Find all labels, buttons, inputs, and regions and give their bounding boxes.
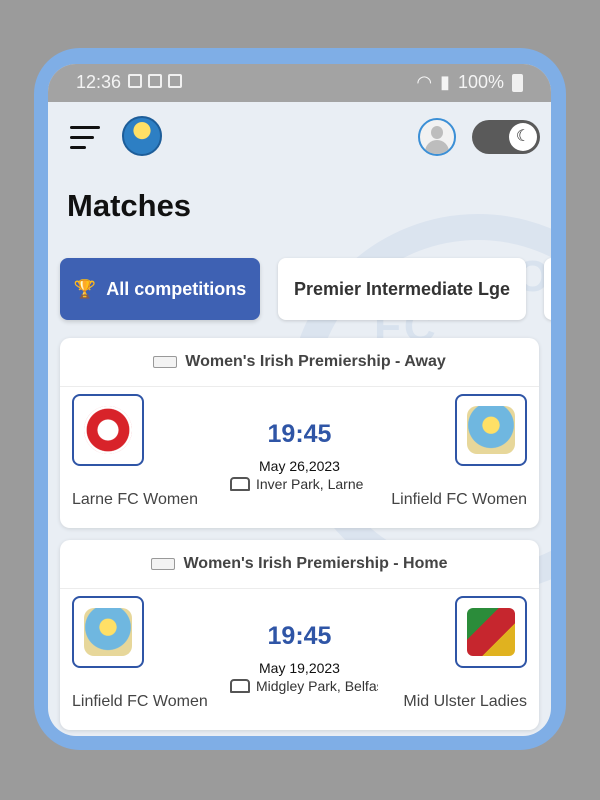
away-team-name: Mid Ulster Ladies xyxy=(403,693,527,710)
match-venue: Midgley Park, Belfast xyxy=(230,678,378,694)
signal-icon: ▮ xyxy=(440,72,450,92)
match-venue: Inver Park, Larne xyxy=(230,476,378,492)
competition-icon xyxy=(151,558,176,570)
away-team-name: Linfield FC Women xyxy=(391,491,527,508)
competition-name: Women's Irish Premiership - Away xyxy=(185,353,446,370)
check-icon xyxy=(168,74,182,88)
filter-label: All competitions xyxy=(106,278,247,299)
match-card[interactable]: Women's Irish Premiership - Home 19:45 M… xyxy=(60,540,539,730)
status-time: 12:36 xyxy=(76,72,122,92)
app-screen: 12:36 ◠ ▮ 100% BANGOR FC ☾ Matches 🏆 All… xyxy=(48,64,551,736)
stadium-icon xyxy=(230,679,250,693)
stadium-icon xyxy=(230,477,250,491)
user-avatar[interactable] xyxy=(418,118,456,156)
filter-next-partial[interactable] xyxy=(544,258,551,320)
gallery-icon xyxy=(128,74,142,88)
competition-icon xyxy=(153,356,178,368)
club-logo[interactable] xyxy=(122,116,162,156)
trophy-icon: 🏆 xyxy=(73,278,97,299)
battery-icon xyxy=(512,73,523,92)
venue-name: Inver Park, Larne xyxy=(256,476,364,492)
filter-premier-intermediate[interactable]: Premier Intermediate Lge xyxy=(278,258,526,320)
moon-icon: ☾ xyxy=(509,123,537,151)
match-date: May 19,2023 xyxy=(259,660,340,676)
filter-label: Premier Intermediate Lge xyxy=(293,278,511,299)
menu-icon[interactable] xyxy=(70,126,102,150)
match-date: May 26,2023 xyxy=(259,458,340,474)
page-title: Matches xyxy=(67,188,192,223)
competition-header: Women's Irish Premiership - Away xyxy=(60,338,539,387)
filter-all-competitions[interactable]: 🏆 All competitions xyxy=(60,258,260,320)
match-time: 19:45 xyxy=(267,622,332,650)
calendar-icon xyxy=(148,74,162,88)
home-team-name: Linfield FC Women xyxy=(72,693,208,710)
venue-name: Midgley Park, Belfast xyxy=(256,678,378,694)
status-bar: 12:36 ◠ ▮ 100% xyxy=(48,64,551,102)
match-time: 19:45 xyxy=(267,420,332,448)
battery-label: 100% xyxy=(457,72,504,92)
competition-header: Women's Irish Premiership - Home xyxy=(60,540,539,589)
status-right: ◠ ▮ 100% xyxy=(416,72,523,93)
theme-toggle[interactable]: ☾ xyxy=(472,120,540,154)
match-card[interactable]: Women's Irish Premiership - Away 19:45 M… xyxy=(60,338,539,528)
wifi-icon: ◠ xyxy=(416,72,433,92)
notification-icons xyxy=(128,74,182,88)
competition-name: Women's Irish Premiership - Home xyxy=(183,555,448,572)
home-team-name: Larne FC Women xyxy=(72,491,198,508)
